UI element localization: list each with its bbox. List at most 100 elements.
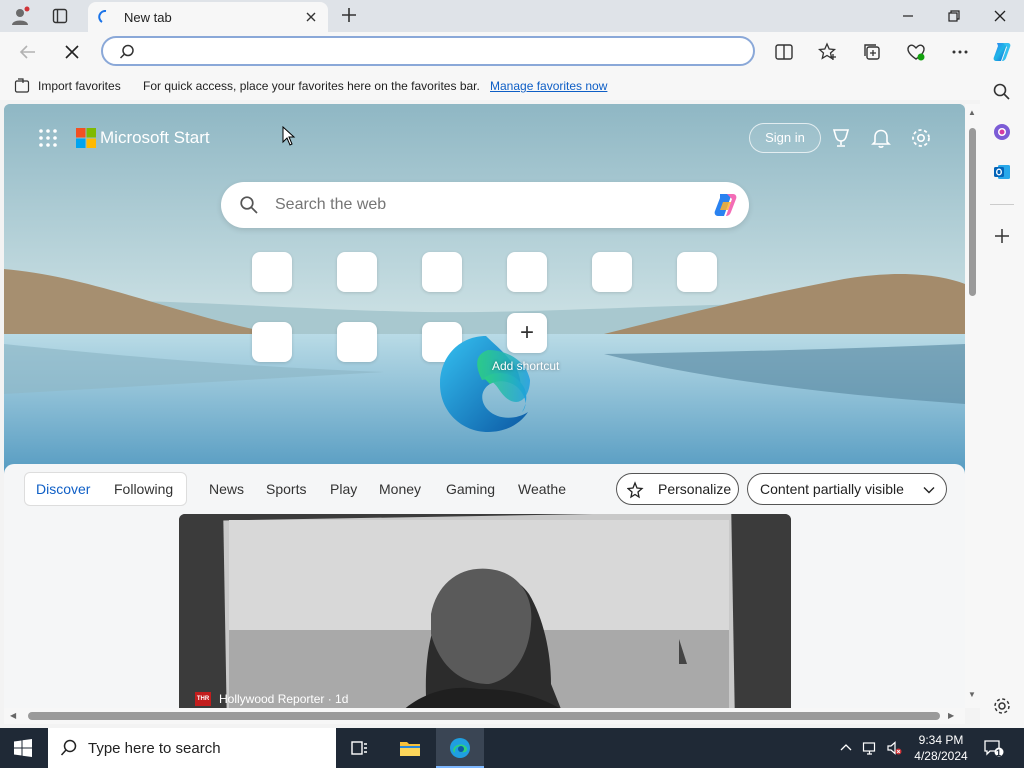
shortcut-tile[interactable] [252,322,292,362]
volume-muted-icon[interactable] [886,740,902,756]
shortcut-tile[interactable] [507,252,547,292]
network-icon[interactable] [862,740,878,756]
scroll-up-icon[interactable]: ▲ [968,108,976,117]
file-explorer-icon[interactable] [398,736,422,760]
favorites-bar-message: For quick access, place your favorites h… [143,79,480,93]
personalize-button[interactable]: Personalize [616,473,739,505]
microsoft-logo-icon [76,128,96,148]
address-input[interactable] [147,42,737,60]
apps-grid-icon[interactable] [38,128,58,148]
shortcut-tile[interactable] [337,322,377,362]
copilot-icon[interactable] [990,40,1014,64]
manage-favorites-link[interactable]: Manage favorites now [490,79,607,93]
search-icon[interactable] [992,82,1012,102]
sidebar-divider [990,204,1014,205]
news-source: Hollywood Reporter · 1d [219,692,349,706]
copilot-search-icon[interactable] [711,191,741,219]
tab-title: New tab [124,10,172,25]
windows-start-icon[interactable] [14,739,32,757]
web-search-input[interactable] [275,195,695,215]
show-hidden-icons-icon[interactable] [838,740,854,756]
new-tab-page: Microsoft Start Sign in Search the web +… [4,104,965,708]
more-options-icon[interactable] [950,42,970,62]
scroll-left-icon[interactable]: ◀ [10,711,16,720]
outlook-icon[interactable] [992,162,1012,182]
sidebar-settings-icon[interactable] [992,696,1012,716]
tab-sports[interactable]: Sports [266,481,306,497]
taskbar-search-box[interactable]: Type here to search [48,728,336,768]
system-clock[interactable]: 9:34 PM 4/28/2024 [908,732,974,764]
stop-loading-icon[interactable] [62,42,82,62]
taskbar-search-placeholder: Type here to search [88,740,221,757]
brand-name: Microsoft Start [100,128,210,147]
notification-count: 1 [996,748,1002,758]
tab-money[interactable]: Money [379,481,421,497]
loading-icon [98,10,107,23]
page-settings-icon[interactable] [910,127,932,149]
content-visibility-dropdown[interactable]: Content partially visible [747,473,947,505]
task-view-icon[interactable] [348,736,372,760]
split-screen-icon[interactable] [774,42,794,62]
web-search-box[interactable] [221,182,749,228]
navigation-bar [0,32,1024,72]
search-icon [240,196,258,214]
import-favorites-icon [14,78,30,93]
restore-icon[interactable] [946,8,962,24]
content-visibility-label: Content partially visible [760,481,904,497]
search-icon [119,44,134,59]
title-bar: New tab [0,0,1024,32]
collections-icon[interactable] [862,42,882,62]
search-icon [60,739,77,756]
close-window-icon[interactable] [992,8,1008,24]
new-tab-icon[interactable] [340,6,358,24]
windows-taskbar: Type here to search 9:34 PM 4/28/2024 1 [0,728,1024,768]
tab-discover[interactable]: Discover [36,481,90,497]
notifications-icon[interactable] [870,127,892,149]
tab-news[interactable]: News [209,481,244,497]
favorites-bar: Import favorites For quick access, place… [0,72,980,100]
tab-new-tab[interactable]: New tab [88,2,328,32]
back-icon[interactable] [18,42,38,62]
sparkle-star-icon [627,481,644,499]
vertical-scrollbar[interactable]: ▲ ▼ [965,104,980,708]
shortcut-tile[interactable] [422,252,462,292]
address-bar[interactable] [101,36,755,66]
close-tab-icon[interactable] [304,10,318,24]
tab-actions-icon[interactable] [52,8,68,24]
shortcut-tile[interactable] [252,252,292,292]
copilot-app-icon[interactable] [992,122,1012,142]
tab-following[interactable]: Following [114,481,173,497]
favorites-icon[interactable] [818,42,838,62]
minimize-icon[interactable] [900,8,916,24]
mouse-cursor-icon [282,126,296,146]
rewards-icon[interactable] [830,127,852,149]
horizontal-scrollbar[interactable]: ◀ ▶ [4,708,965,724]
personalize-label: Personalize [658,481,732,497]
tab-weather[interactable]: Weathe [518,481,566,497]
news-card[interactable]: THR Hollywood Reporter · 1d [179,514,791,708]
hero-background: Microsoft Start Sign in Search the web +… [4,104,965,484]
shortcut-tile[interactable] [592,252,632,292]
chevron-down-icon [923,487,935,494]
scroll-down-icon[interactable]: ▼ [968,690,976,699]
vertical-scroll-thumb[interactable] [969,128,976,296]
tab-play[interactable]: Play [330,481,357,497]
profile-icon[interactable] [10,6,30,26]
news-feed: Discover Following News Sports Play Mone… [4,464,965,708]
browser-essentials-icon[interactable] [906,42,926,62]
edge-sidebar [980,72,1024,728]
import-favorites-button[interactable]: Import favorites [38,79,121,93]
horizontal-scroll-thumb[interactable] [28,712,940,720]
add-shortcut-button[interactable]: + [507,313,547,353]
tab-gaming[interactable]: Gaming [446,481,495,497]
add-shortcut-label: Add shortcut [492,359,560,373]
news-card-image [179,514,791,708]
shortcut-tile[interactable] [337,252,377,292]
add-app-icon[interactable] [992,226,1012,246]
scroll-right-icon[interactable]: ▶ [948,711,954,720]
sign-in-button[interactable]: Sign in [749,123,821,153]
edge-icon [450,738,470,758]
shortcut-tile[interactable] [677,252,717,292]
clock-time: 9:34 PM [918,733,964,747]
taskbar-edge-button[interactable] [436,728,484,768]
